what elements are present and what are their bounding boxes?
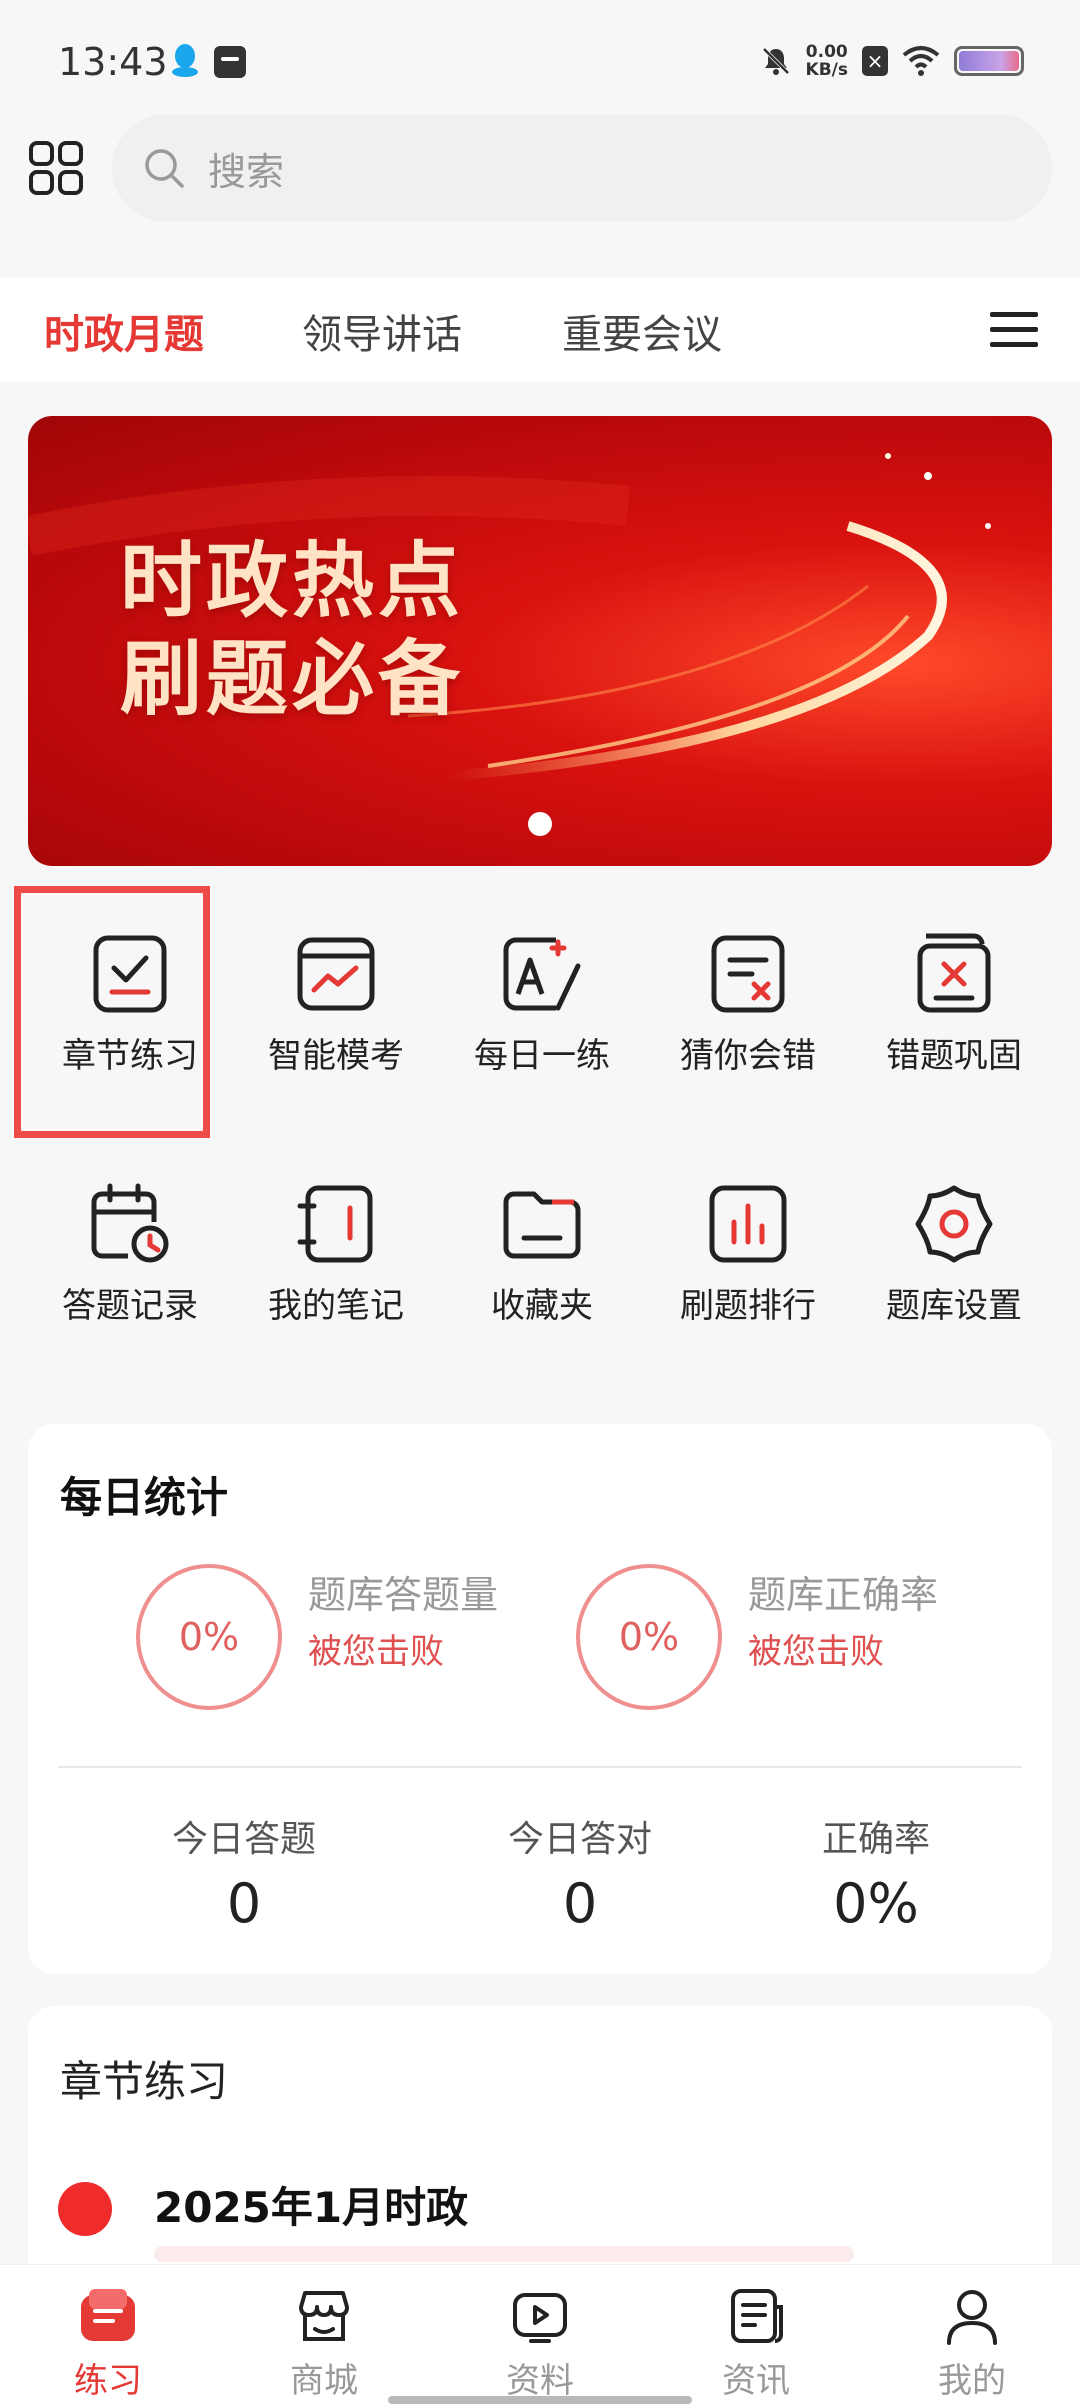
feature-answer-records[interactable]: 答题记录 <box>40 1130 220 1330</box>
folder-x-icon <box>917 933 991 1013</box>
category-tabs: 时政月题 领导讲话 重要会议 <box>0 278 1080 382</box>
carousel-indicator[interactable] <box>528 812 552 836</box>
news-icon <box>731 2289 783 2343</box>
settings-flower-icon <box>915 1185 993 1263</box>
today-correct-label: 今日答对 <box>507 1819 652 1860</box>
net-speed: 0.00 KB/s <box>806 43 848 79</box>
accuracy-label: 正确率 <box>821 1819 930 1860</box>
stats-divider <box>58 1766 1022 1768</box>
bar-chart-icon <box>709 1185 787 1263</box>
banner-line-2: 刷题必备 <box>120 632 465 727</box>
nav-label: 资讯 <box>722 2361 790 2401</box>
doc-x-icon <box>711 935 785 1013</box>
feature-label: 每日一练 <box>474 1036 610 1076</box>
folder-icon <box>503 1191 581 1259</box>
net-speed-unit: KB/s <box>805 60 848 80</box>
video-icon <box>513 2293 567 2343</box>
search-icon <box>145 149 184 188</box>
nav-label: 我的 <box>938 2361 1006 2401</box>
bank-answer-ring: 0% <box>136 1564 282 1710</box>
bottom-nav: 练习 商城 资料 资讯 我的 <box>0 2264 1080 2408</box>
trend-chart-icon <box>297 937 375 1011</box>
tab-lingdao-jianghua[interactable]: 领导讲话 <box>302 302 462 360</box>
status-bar: 13:43 0.00 KB/s × <box>0 0 1080 120</box>
selection-highlight <box>14 886 210 1138</box>
wifi-icon <box>902 46 940 76</box>
today-answered-label: 今日答题 <box>171 1819 316 1860</box>
feature-guess-mistakes[interactable]: 猜你会错 <box>658 880 838 1080</box>
calendar-clock-icon <box>91 1183 169 1263</box>
practice-icon <box>81 2289 135 2341</box>
today-correct-value: 0 <box>562 1872 598 1935</box>
feature-ranking[interactable]: 刷题排行 <box>658 1130 838 1330</box>
chapter-section-title: 章节练习 <box>60 2057 229 2106</box>
nav-practice[interactable]: 练习 <box>0 2265 216 2408</box>
daily-stats-title: 每日统计 <box>60 1473 229 1522</box>
feature-favorites[interactable]: 收藏夹 <box>452 1130 632 1330</box>
menu-icon[interactable] <box>988 306 1040 354</box>
mute-bell-icon <box>762 47 789 75</box>
home-indicator[interactable] <box>388 2396 692 2404</box>
feature-label: 收藏夹 <box>491 1286 593 1326</box>
feature-bank-settings[interactable]: 题库设置 <box>864 1130 1044 1330</box>
tab-shizheng-yueti[interactable]: 时政月题 <box>44 302 204 360</box>
chapter-practice-card: 章节练习 2025年1月时政 <box>28 2006 1052 2306</box>
nav-news[interactable]: 资讯 <box>648 2265 864 2408</box>
notebook-icon <box>297 1185 373 1263</box>
net-speed-value: 0.00 <box>805 42 848 62</box>
bank-answer-label: 题库答题量 <box>308 1573 499 1617</box>
bank-accuracy-beat: 被您击败 <box>748 1632 884 1672</box>
status-time: 13:43 <box>58 40 168 84</box>
bank-accuracy-ring: 0% <box>576 1564 722 1710</box>
no-sim-icon: × <box>862 46 888 76</box>
feature-label: 智能模考 <box>268 1036 404 1076</box>
nav-label: 练习 <box>74 2361 142 2401</box>
nav-label: 商城 <box>290 2361 358 2401</box>
feature-error-review[interactable]: 错题巩固 <box>864 880 1044 1080</box>
user-icon <box>947 2290 997 2345</box>
apps-grid-icon[interactable] <box>28 140 84 196</box>
qq-icon <box>172 44 198 77</box>
grade-edit-icon <box>503 937 581 1011</box>
promo-banner[interactable]: 时政热点 刷题必备 <box>28 416 1052 866</box>
nav-label: 资料 <box>506 2361 574 2401</box>
feature-label: 刷题排行 <box>680 1286 816 1326</box>
tab-zhongyao-huiyi[interactable]: 重要会议 <box>562 302 722 360</box>
bank-accuracy-label: 题库正确率 <box>748 1573 939 1617</box>
feature-label: 答题记录 <box>62 1286 198 1326</box>
feature-label: 题库设置 <box>886 1286 1022 1326</box>
notification-box-icon <box>214 46 246 78</box>
search-input[interactable]: 搜索 <box>112 114 1052 222</box>
daily-stats-card: 每日统计 0% 题库答题量 被您击败 0% 题库正确率 被您击败 今日答题 0 … <box>28 1424 1052 1974</box>
feature-my-notes[interactable]: 我的笔记 <box>246 1130 426 1330</box>
feature-label: 我的笔记 <box>268 1286 404 1326</box>
store-icon <box>299 2291 349 2341</box>
chapter-progress-bar <box>154 2246 854 2262</box>
feature-label: 错题巩固 <box>886 1036 1022 1076</box>
feature-label: 猜你会错 <box>680 1036 816 1076</box>
nav-profile[interactable]: 我的 <box>864 2265 1080 2408</box>
accuracy-value: 0% <box>833 1872 919 1935</box>
search-placeholder: 搜索 <box>208 149 285 194</box>
feature-daily-practice[interactable]: 每日一练 <box>452 880 632 1080</box>
nav-materials[interactable]: 资料 <box>432 2265 648 2408</box>
chapter-item-title[interactable]: 2025年1月时政 <box>154 2174 468 2235</box>
nav-mall[interactable]: 商城 <box>216 2265 432 2408</box>
chapter-indicator-dot <box>58 2182 112 2236</box>
today-answered-value: 0 <box>226 1872 262 1935</box>
feature-smart-mock-exam[interactable]: 智能模考 <box>246 880 426 1080</box>
battery-icon <box>954 46 1024 76</box>
bank-answer-beat: 被您击败 <box>308 1632 444 1672</box>
